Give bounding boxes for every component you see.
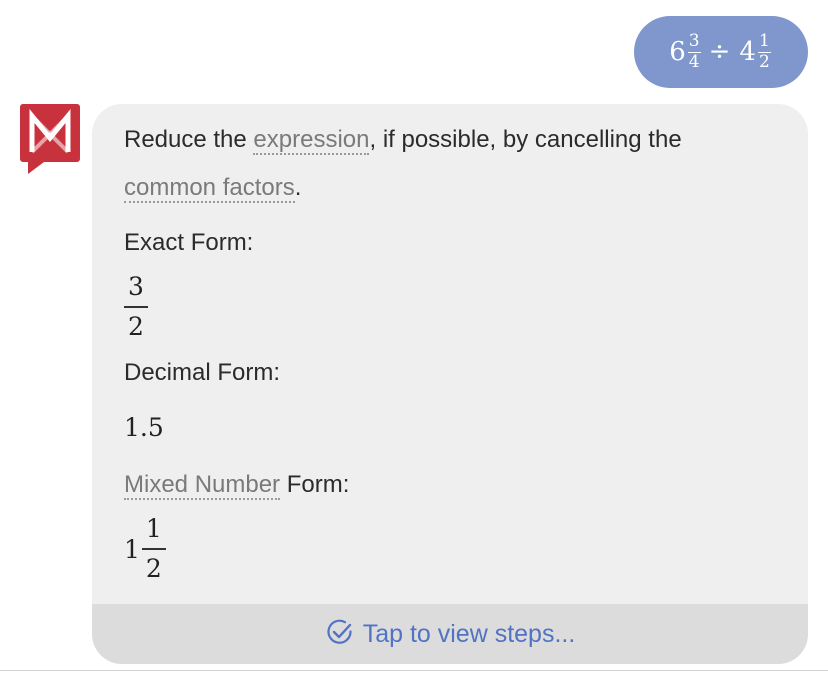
- answer-card: Reduce the expression, if possible, by c…: [92, 104, 808, 664]
- bottom-divider: [0, 670, 828, 671]
- decimal-form-value: 1.5: [124, 413, 164, 442]
- expression-link[interactable]: expression: [253, 126, 370, 155]
- view-steps-label: Tap to view steps...: [362, 619, 576, 648]
- user-question-bubble: 6 3 4 ÷ 4 1 2: [634, 16, 808, 88]
- chat-screen: 6 3 4 ÷ 4 1 2 Reduce the expression, if …: [0, 0, 828, 684]
- mixed-whole: 1: [124, 534, 140, 564]
- exact-numerator: 3: [124, 274, 148, 308]
- question-whole-2: 4: [739, 37, 756, 67]
- question-whole-1: 6: [669, 37, 686, 67]
- intro-line-2: common factors.: [124, 174, 302, 203]
- division-operator: ÷: [708, 37, 731, 67]
- mixed-form-label: Mixed Number Form:: [124, 471, 350, 500]
- exact-denominator: 2: [128, 312, 144, 341]
- mixed-form-value: 1 1 2: [124, 516, 166, 582]
- question-fraction-2: 1 2: [757, 31, 771, 72]
- check-circle-icon: [325, 617, 355, 652]
- mixed-number-link[interactable]: Mixed Number: [124, 471, 281, 500]
- decimal-form-label: Decimal Form:: [124, 359, 281, 386]
- view-steps-button[interactable]: Tap to view steps...: [92, 604, 808, 664]
- mixed-numerator: 1: [141, 516, 166, 550]
- question-fraction-1: 3 4: [687, 31, 701, 72]
- intro-line-1: Reduce the expression, if possible, by c…: [124, 126, 682, 155]
- common-factors-link[interactable]: common factors: [124, 174, 295, 203]
- mixed-denominator: 2: [145, 554, 162, 583]
- exact-form-label: Exact Form:: [124, 229, 254, 256]
- exact-form-value: 3 2: [124, 272, 148, 340]
- mathway-logo-icon: [20, 104, 80, 174]
